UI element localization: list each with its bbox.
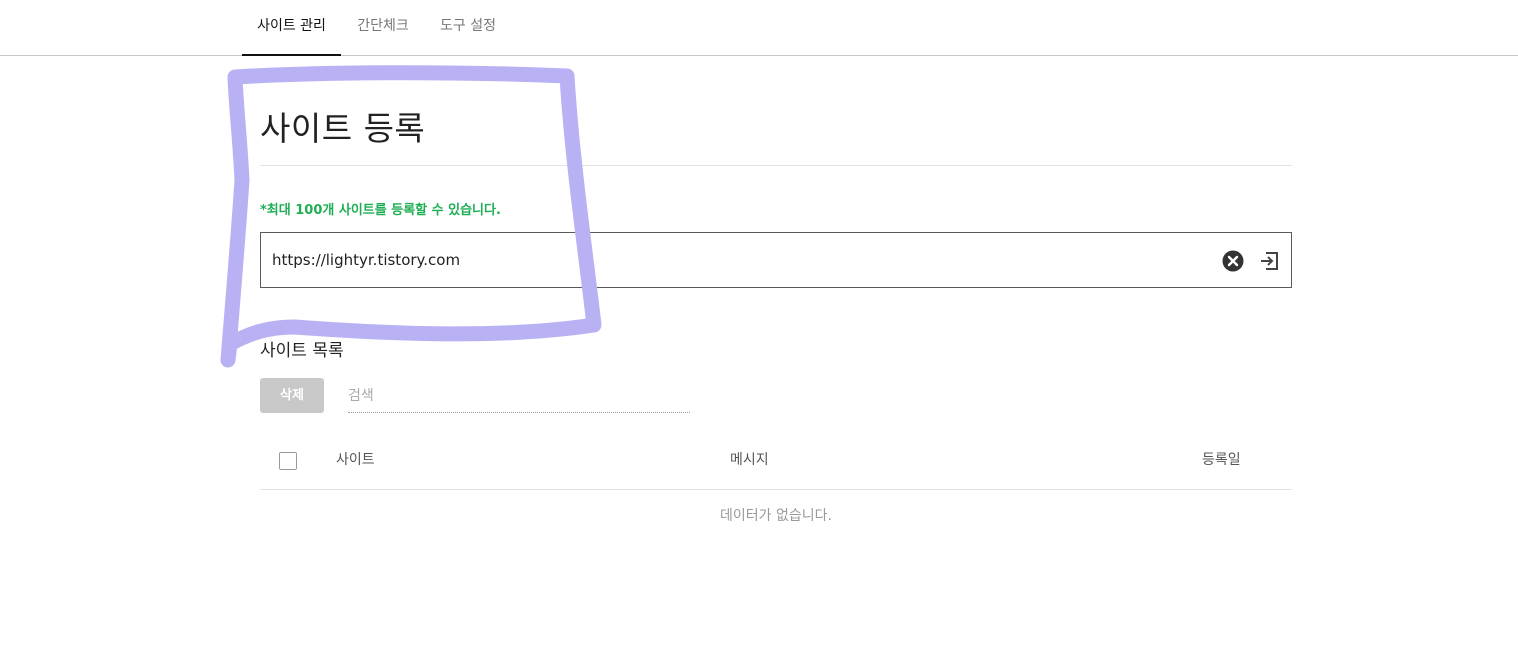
delete-button[interactable]: 삭제 [260, 378, 324, 413]
hand-drawn-highlight [220, 65, 602, 368]
register-site-button[interactable] [1258, 250, 1280, 272]
clear-input-button[interactable] [1222, 250, 1244, 272]
top-tab-bar: 사이트 관리 간단체크 도구 설정 [0, 0, 1518, 56]
enter-icon [1261, 252, 1278, 270]
select-all-checkbox[interactable] [279, 452, 297, 470]
empty-table-message: 데이터가 없습니다. [720, 508, 832, 524]
tab-site-management[interactable]: 사이트 관리 [242, 0, 341, 56]
page-title: 사이트 등록 [260, 109, 426, 148]
search-input[interactable] [348, 380, 690, 413]
page: 사이트 관리 간단체크 도구 설정 사이트 등록 *최대 100개 사이트를 등… [0, 0, 1518, 672]
title-divider [260, 165, 1292, 166]
tab-tool-settings[interactable]: 도구 설정 [432, 0, 504, 55]
column-header-site: 사이트 [336, 452, 375, 468]
site-url-input[interactable] [272, 233, 1172, 287]
column-header-message: 메시지 [730, 452, 769, 468]
close-circle-icon [1222, 250, 1244, 272]
tab-quick-check[interactable]: 간단체크 [350, 0, 416, 55]
site-list-title: 사이트 목록 [260, 341, 344, 361]
limit-notice: *최대 100개 사이트를 등록할 수 있습니다. [260, 203, 501, 218]
url-input-box [260, 232, 1292, 288]
column-header-date: 등록일 [1202, 452, 1241, 468]
table-header: 사이트 메시지 등록일 [260, 437, 1292, 490]
